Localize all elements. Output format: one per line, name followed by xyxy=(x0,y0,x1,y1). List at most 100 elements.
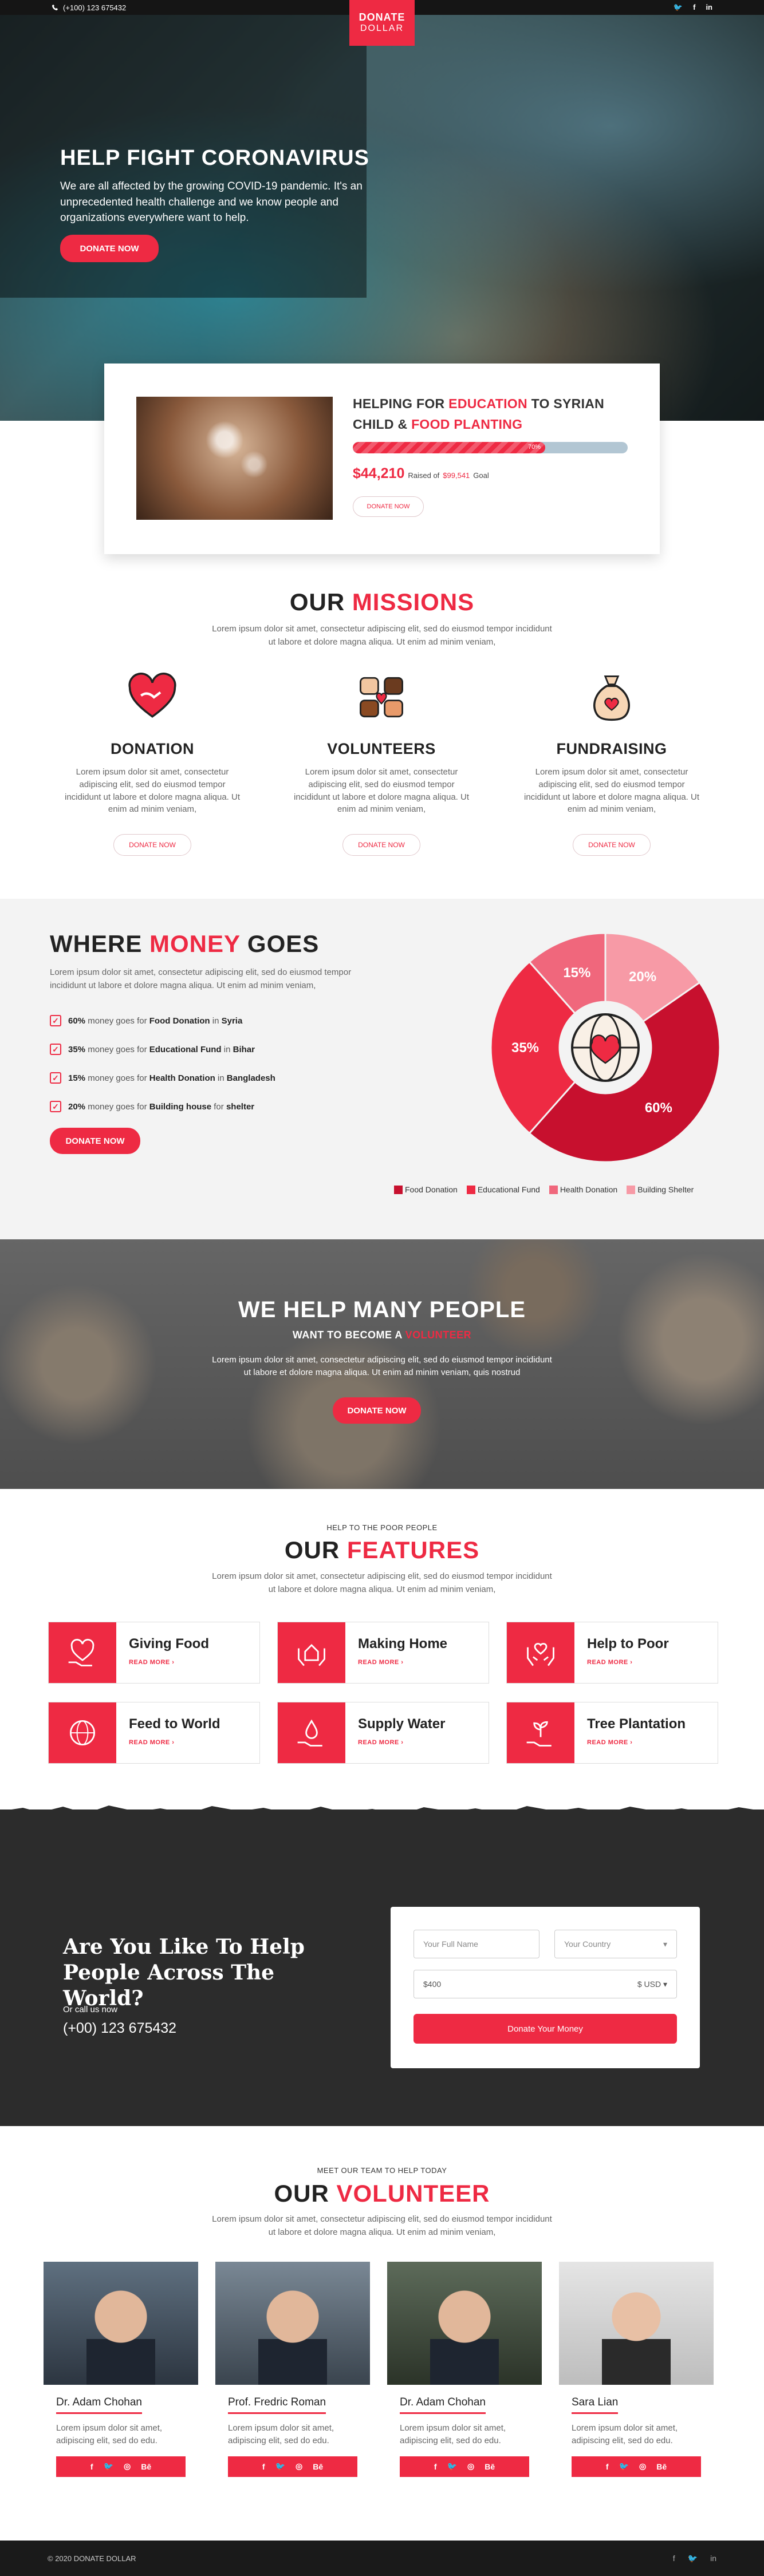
feature-title: Help to Poor xyxy=(587,1636,669,1652)
full-name-field[interactable]: Your Full Name xyxy=(413,1930,539,1958)
feature-card[interactable]: Help to Poor READ MORE › xyxy=(506,1622,718,1684)
money-bag-icon xyxy=(586,671,637,723)
mission-donate-button[interactable]: DONATE NOW xyxy=(342,834,420,856)
legend-swatch xyxy=(394,1185,403,1194)
feature-card[interactable]: Giving Food READ MORE › xyxy=(48,1622,260,1684)
mission-text: Lorem ipsum dolor sit amet, consectetur … xyxy=(523,767,700,815)
behance-icon[interactable]: Bē xyxy=(141,2462,151,2471)
country-select-value: Your Country xyxy=(564,1939,611,1949)
heart-hand-icon xyxy=(127,671,178,723)
facebook-icon[interactable]: f xyxy=(693,3,695,12)
team-member-card: Sara Lian Lorem ipsum dolor sit amet, ad… xyxy=(559,2262,714,2477)
dribbble-icon[interactable]: ◎ xyxy=(639,2462,646,2471)
feature-card[interactable]: Making Home READ MORE › xyxy=(277,1622,489,1684)
banner-subtitle: WANT TO BECOME A VOLUNTEER xyxy=(292,1329,472,1341)
member-photo xyxy=(44,2262,198,2385)
hero-section: HELP FIGHT CORONAVIRUS We are all affect… xyxy=(0,0,764,421)
footer-copyright: © 2020 DONATE DOLLAR xyxy=(48,2554,136,2563)
legend-swatch xyxy=(466,1185,475,1194)
twitter-icon[interactable]: 🐦 xyxy=(674,3,683,12)
read-more-link[interactable]: READ MORE › xyxy=(358,1659,447,1666)
member-socials: f 🐦 ◎ Bē xyxy=(572,2456,701,2477)
member-bio: Lorem ipsum dolor sit amet, adipiscing e… xyxy=(572,2423,678,2445)
read-more-link[interactable]: READ MORE › xyxy=(129,1659,209,1666)
member-socials: f 🐦 ◎ Bē xyxy=(400,2456,529,2477)
donut-slice-label: 60% xyxy=(645,1100,672,1116)
facebook-icon[interactable]: f xyxy=(673,2554,675,2563)
facebook-icon[interactable]: f xyxy=(606,2462,609,2471)
mission-donate-button[interactable]: DONATE NOW xyxy=(573,834,651,856)
chevron-down-icon: ▾ xyxy=(663,1979,667,1989)
cta-title: Are You Like To Help People Across The W… xyxy=(63,1935,305,2010)
check-icon: ✓ xyxy=(50,1072,61,1084)
globe-heart-icon xyxy=(49,1702,116,1763)
campaign-donate-button[interactable]: DONATE NOW xyxy=(353,496,424,517)
donut-chart: 20% 60% 35% 15% xyxy=(490,932,721,1163)
member-name: Dr. Adam Chohan xyxy=(56,2396,142,2414)
member-name: Sara Lian xyxy=(572,2396,619,2414)
twitter-icon[interactable]: 🐦 xyxy=(275,2462,285,2471)
cta-or-call: Or call us now xyxy=(63,2005,118,2014)
read-more-link[interactable]: READ MORE › xyxy=(587,1739,686,1746)
twitter-icon[interactable]: 🐦 xyxy=(104,2462,113,2471)
facebook-icon[interactable]: f xyxy=(262,2462,265,2471)
hero-donate-button[interactable]: DONATE NOW xyxy=(60,235,159,262)
donation-form: Your Full Name Your Country ▾ $400 $ USD ▾… xyxy=(391,1907,700,2068)
dribbble-icon[interactable]: ◎ xyxy=(467,2462,474,2471)
mission-title: FUNDRAISING xyxy=(556,740,667,757)
team-member-card: Prof. Fredric Roman Lorem ipsum dolor si… xyxy=(215,2262,370,2477)
legend-item: Building Shelter xyxy=(627,1185,694,1194)
feature-card[interactable]: Supply Water READ MORE › xyxy=(277,1702,489,1764)
member-name: Dr. Adam Chohan xyxy=(400,2396,486,2414)
progress-label: 70% xyxy=(527,444,541,451)
behance-icon[interactable]: Bē xyxy=(313,2462,323,2471)
topbar-socials: 🐦 f in xyxy=(674,3,712,12)
dribbble-icon[interactable]: ◎ xyxy=(124,2462,131,2471)
money-donate-button[interactable]: DONATE NOW xyxy=(50,1128,140,1154)
features-section: HELP TO THE POOR PEOPLE OUR FEATURES Lor… xyxy=(0,1489,764,1809)
twitter-icon[interactable]: 🐦 xyxy=(619,2462,629,2471)
list-item: ✓ 35% money goes for Educational Fund in … xyxy=(50,1035,275,1064)
banner-donate-button[interactable]: DONATE NOW xyxy=(333,1397,421,1424)
read-more-link[interactable]: READ MORE › xyxy=(358,1739,445,1746)
campaign-photo xyxy=(136,397,333,520)
feature-card[interactable]: Tree Plantation READ MORE › xyxy=(506,1702,718,1764)
water-hand-icon xyxy=(278,1702,345,1763)
read-more-link[interactable]: READ MORE › xyxy=(129,1739,220,1746)
twitter-icon[interactable]: 🐦 xyxy=(447,2462,457,2471)
country-select[interactable]: Your Country ▾ xyxy=(554,1930,677,1958)
donate-money-button[interactable]: Donate Your Money xyxy=(413,2014,677,2044)
dribbble-icon[interactable]: ◎ xyxy=(296,2462,302,2471)
member-photo xyxy=(387,2262,542,2385)
feature-title: Giving Food xyxy=(129,1636,209,1652)
facebook-icon[interactable]: f xyxy=(90,2462,93,2471)
facebook-icon[interactable]: f xyxy=(434,2462,437,2471)
mission-title: VOLUNTEERS xyxy=(327,740,436,757)
member-socials: f 🐦 ◎ Bē xyxy=(56,2456,186,2477)
amount-value: $400 xyxy=(423,1980,442,1989)
linkedin-icon[interactable]: in xyxy=(706,3,712,12)
globe-heart-icon xyxy=(571,1013,640,1082)
torn-edge-divider xyxy=(0,1805,764,1826)
twitter-icon[interactable]: 🐦 xyxy=(688,2554,698,2563)
site-logo[interactable]: DONATE DOLLAR xyxy=(349,0,415,46)
read-more-link[interactable]: READ MORE › xyxy=(587,1659,669,1666)
behance-icon[interactable]: Bē xyxy=(656,2462,667,2471)
campaign-title: HELPING FOR EDUCATION TO SYRIAN CHILD & … xyxy=(353,396,605,432)
plant-hand-icon xyxy=(507,1702,574,1763)
mission-title: DONATION xyxy=(111,740,194,757)
member-photo xyxy=(559,2262,714,2385)
feature-title: Feed to World xyxy=(129,1716,220,1732)
footer: © 2020 DONATE DOLLAR f 🐦 in xyxy=(0,2541,764,2576)
cta-phone: (+00) 123 675432 xyxy=(63,2020,177,2036)
currency-select[interactable]: $ USD ▾ xyxy=(637,1980,667,1989)
member-bio: Lorem ipsum dolor sit amet, adipiscing e… xyxy=(400,2423,506,2445)
amount-field[interactable]: $400 $ USD ▾ xyxy=(413,1970,677,1998)
feature-card[interactable]: Feed to World READ MORE › xyxy=(48,1702,260,1764)
mission-donate-button[interactable]: DONATE NOW xyxy=(113,834,191,856)
missions-subtitle: Lorem ipsum dolor sit amet, consectetur … xyxy=(212,624,552,647)
heart-hand-icon xyxy=(49,1622,116,1683)
behance-icon[interactable]: Bē xyxy=(485,2462,495,2471)
linkedin-icon[interactable]: in xyxy=(710,2554,716,2563)
legend-label: Food Donation xyxy=(405,1185,458,1194)
